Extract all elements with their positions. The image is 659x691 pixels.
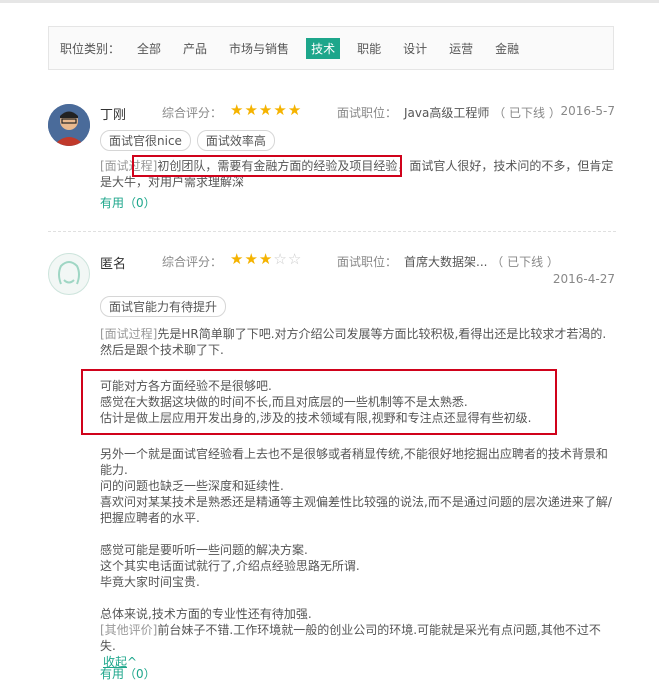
star-icon: ★: [244, 250, 259, 268]
position-label: 面试职位：: [337, 106, 398, 120]
divider: [48, 231, 616, 232]
review-tag: 面试官很nice: [100, 130, 191, 151]
tag-list: 面试官能力有待提升: [100, 296, 227, 317]
review-text-line: 喜欢问对某某技术是熟悉还是精通等主观偏差性比较强的说法,而不是通过问题的层次递进…: [100, 495, 612, 509]
star-icon: ★: [244, 101, 259, 119]
process-prefix: [面试过程]: [100, 327, 158, 341]
highlight-box: [81, 369, 557, 435]
position-label: 面试职位：: [337, 255, 398, 269]
position-status: （ 已下线 ）: [491, 255, 559, 269]
half-star-icon: ☆: [273, 250, 288, 268]
filter-operations[interactable]: 运营: [444, 38, 478, 59]
filter-tech[interactable]: 技术: [306, 37, 341, 59]
review-date: 2016-4-27: [552, 272, 615, 286]
position-name[interactable]: 首席大数据架...: [404, 255, 487, 269]
review-text-line: 总体来说,技术方面的专业性还有待加强.: [100, 607, 312, 621]
anonymous-user-icon: [58, 261, 80, 285]
rating-stars: ★★★☆☆: [230, 250, 302, 268]
filter-finance[interactable]: 金融: [490, 38, 524, 59]
useful-button[interactable]: 有用（0）: [100, 194, 156, 211]
position-status: （ 已下线 ）: [493, 106, 561, 120]
rating-label: 综合评分：: [162, 106, 223, 120]
position-value: 首席大数据架... （ 已下线 ）: [404, 253, 559, 270]
tag-list: 面试官很nice 面试效率高: [100, 130, 275, 151]
review-text-line: 前台妹子不错.工作环境就一般的创业公司的环境.可能就是采光有点问题,其他不过不失…: [100, 623, 601, 653]
filter-label: 职位类别：: [60, 41, 121, 56]
empty-star-icon: ☆: [287, 250, 303, 268]
top-border: [0, 0, 659, 3]
star-icon: ★: [273, 101, 288, 119]
rating-label: 综合评分：: [162, 255, 223, 269]
review-tag: 面试效率高: [196, 130, 275, 151]
review-text-line: 毕竟大家时间宝贵.: [100, 575, 200, 589]
filter-product[interactable]: 产品: [178, 38, 212, 59]
position-value: Java高级工程师 （ 已下线 ）: [404, 104, 561, 121]
filter-function[interactable]: 职能: [352, 38, 386, 59]
star-icon: ★: [258, 101, 274, 119]
star-icon: ★: [287, 101, 303, 119]
filter-all[interactable]: 全部: [132, 38, 166, 59]
review-text-line: 这个其实电话面试就行了,介绍点经验思路无所谓.: [100, 559, 360, 573]
rating-stars: ★★★★★: [230, 101, 302, 119]
filter-design[interactable]: 设计: [398, 38, 432, 59]
reviewer-name: 匿名: [100, 257, 127, 272]
review-text: ，面试官人很好，技术问的不多，但肯定: [397, 159, 614, 173]
review-text-line: 然后是跟个技术聊了下.: [100, 343, 224, 357]
user-photo-icon: [48, 104, 90, 146]
review-text-line: 能力.: [100, 463, 128, 477]
other-prefix: [其他评价]: [100, 623, 158, 637]
review-text-line: 先是HR简单聊了下吧.对方介绍公司发展等方面比较积极,看得出还是比较求才若渴的.: [157, 327, 607, 341]
review-text-line: 问的问题也缺乏一些深度和延续性.: [100, 479, 284, 493]
useful-button[interactable]: 有用（0）: [100, 665, 156, 682]
review-text-line: 感觉可能是要听听一些问题的解决方案.: [100, 543, 308, 557]
avatar: [48, 104, 90, 146]
reviewer-name[interactable]: 丁刚: [100, 104, 126, 123]
job-category-filter: 职位类别： 全部 产品 市场与销售 技术 职能 设计 运营 金融: [48, 26, 614, 70]
star-icon: ★: [230, 101, 245, 119]
star-icon: ★: [258, 250, 274, 268]
review-text-line: 把握应聘者的水平.: [100, 511, 200, 525]
star-icon: ★: [230, 250, 245, 268]
avatar: [48, 253, 90, 295]
filter-marketing-sales[interactable]: 市场与销售: [224, 38, 294, 59]
review-text-line: 另外一个就是面试官经验看上去也不是很够或者稍显传统,不能很好地挖掘出应聘者的技术…: [100, 447, 608, 461]
review-date: 2016-5-7: [560, 104, 615, 118]
position-name[interactable]: Java高级工程师: [404, 106, 489, 120]
review-tag: 面试官能力有待提升: [100, 296, 227, 317]
highlight-box: [132, 155, 402, 177]
